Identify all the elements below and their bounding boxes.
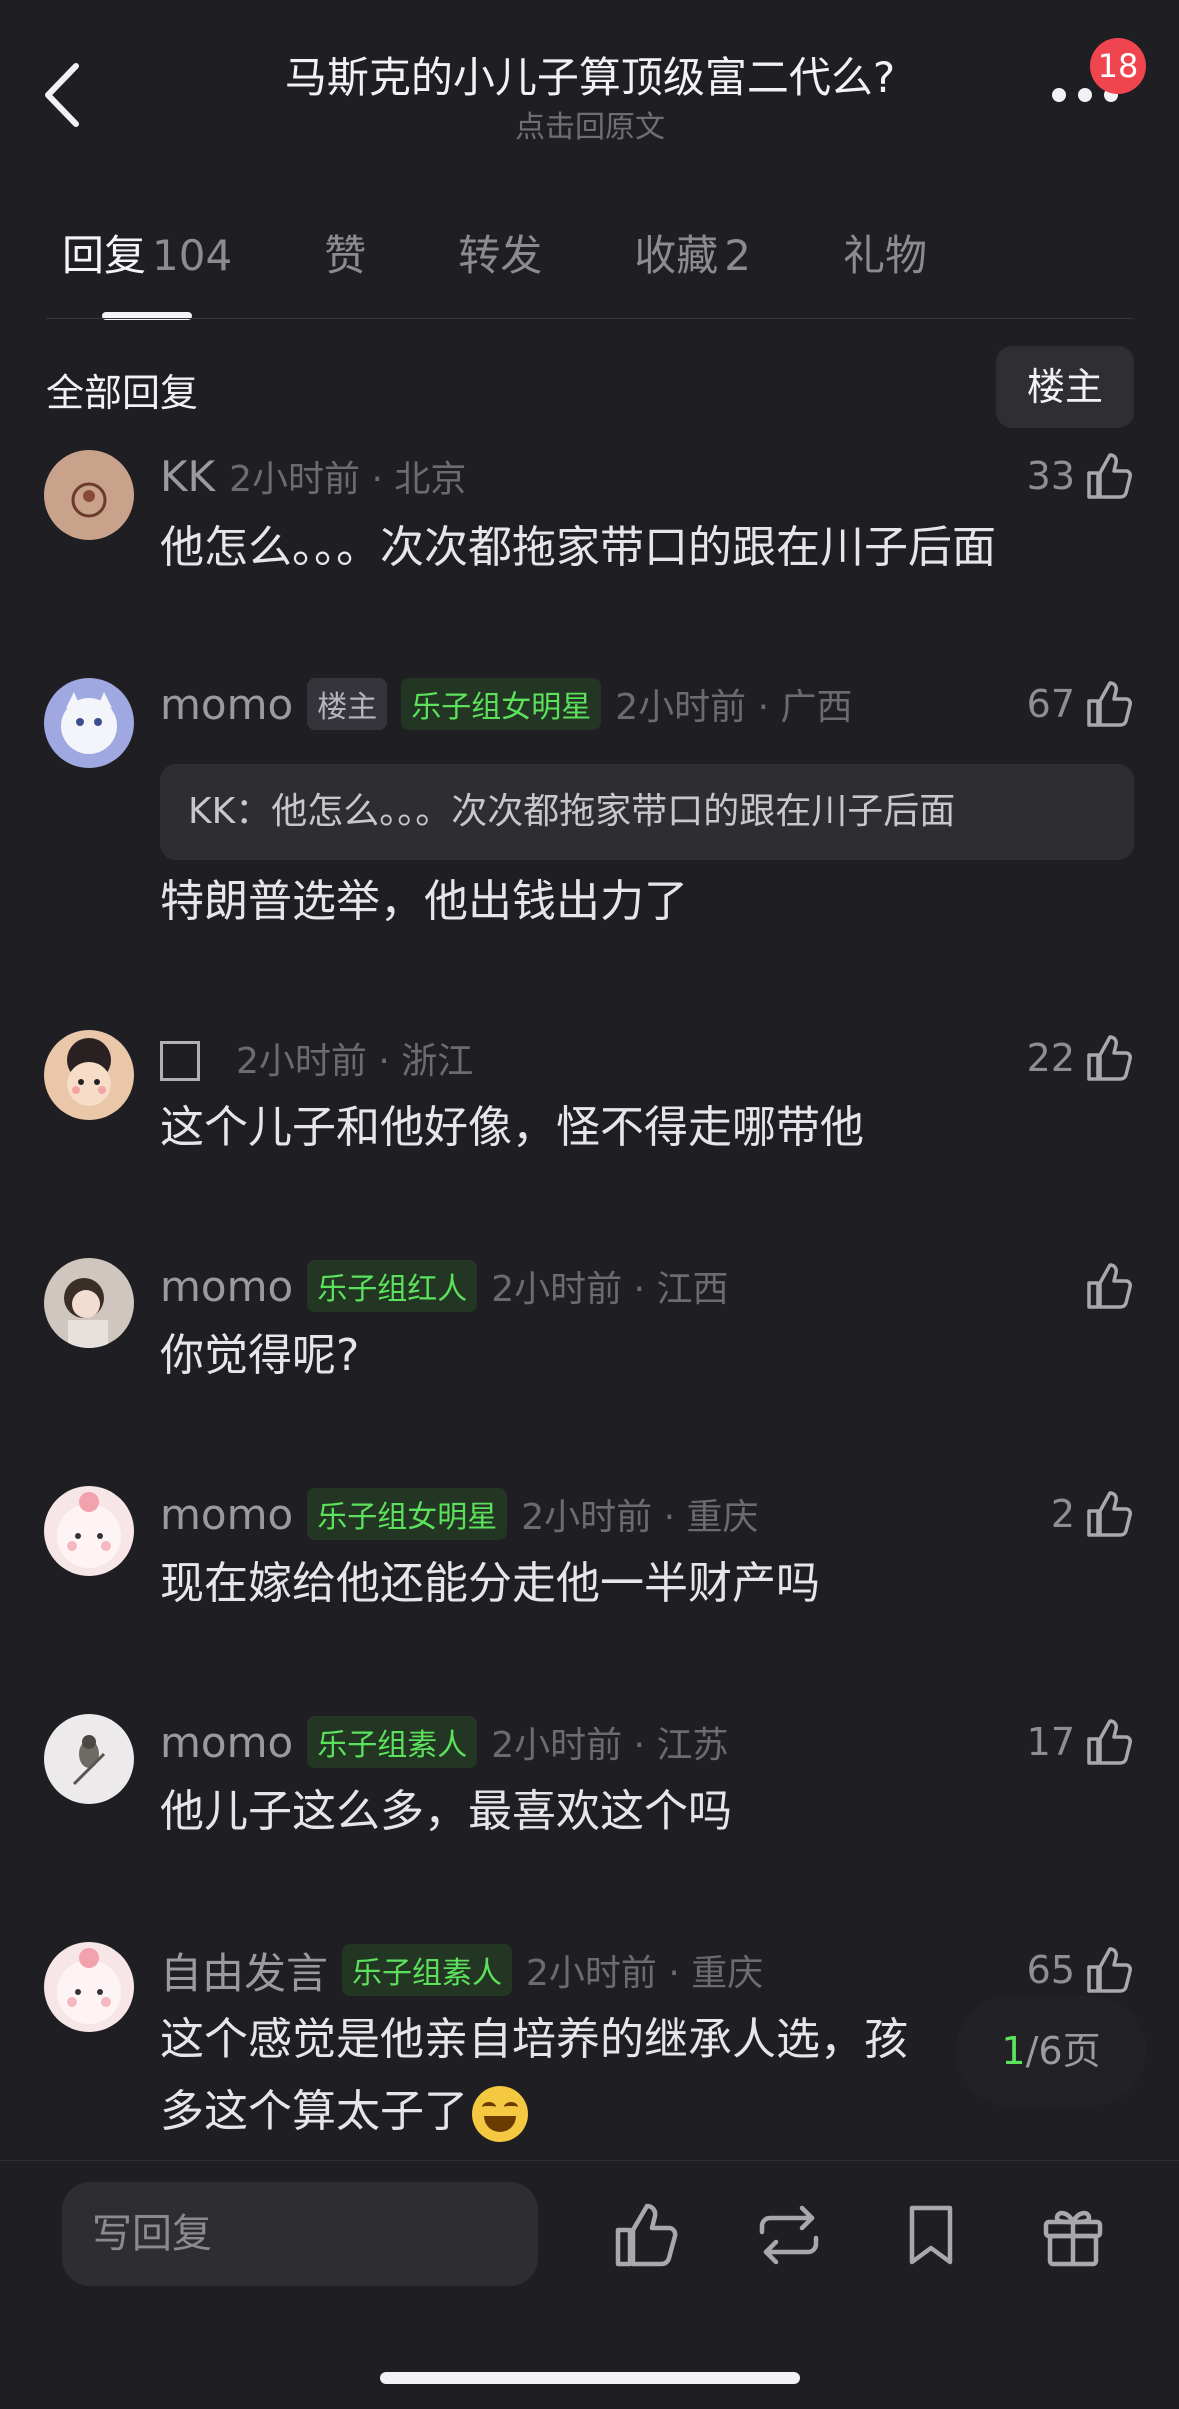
tab-label: 收藏: [634, 231, 719, 280]
comment-time-location: 2小时前 · 广西: [615, 687, 853, 728]
comment-meta: KK 2小时前 · 北京: [160, 446, 466, 506]
comment-meta: momo 乐子组红人 2小时前 · 江西: [160, 1256, 728, 1316]
total-pages: /6页: [1025, 2029, 1101, 2073]
comment-meta: momo 乐子组素人 2小时前 · 江苏: [160, 1712, 728, 1772]
group-badge: 乐子组红人: [307, 1260, 478, 1312]
owner-badge: 楼主: [307, 678, 388, 730]
like-button[interactable]: 67: [1027, 674, 1133, 734]
thumbs-up-icon: [1087, 1263, 1132, 1309]
comment-text: 这个儿子和他好像，怪不得走哪带他: [160, 1102, 864, 1153]
tab-label: 礼物: [842, 231, 927, 280]
tab-replies[interactable]: 回复 104: [62, 222, 232, 302]
comment-meta: 2小时前 · 浙江: [160, 1028, 473, 1088]
comment-time-location: 2小时前 · 江西: [491, 1269, 729, 1310]
comment-text: 你觉得呢?: [160, 1330, 360, 1381]
comment-time-location: 2小时前 · 浙江: [236, 1041, 474, 1082]
tab-label: 回复: [62, 231, 147, 280]
back-to-original-link[interactable]: 点击回原文: [180, 102, 1000, 146]
thumbs-up-icon: [1087, 1947, 1132, 1993]
tab-label: 转发: [458, 231, 543, 280]
laughing-emoji-icon: [472, 2086, 528, 2142]
like-button[interactable]: 33: [1027, 446, 1133, 506]
avatar[interactable]: [44, 678, 134, 768]
repost-icon[interactable]: [754, 2200, 824, 2270]
comment-text: 他怎么。。。次次都拖家带口的跟在川子后面: [160, 522, 996, 573]
like-button[interactable]: 65: [1027, 1940, 1133, 2000]
comment-time-location: 2小时前 · 北京: [229, 459, 467, 500]
avatar[interactable]: [44, 1258, 134, 1348]
divider: [46, 318, 1133, 319]
tab-reposts[interactable]: 转发: [458, 222, 542, 302]
owner-filter-button[interactable]: 楼主: [996, 346, 1134, 428]
thumbs-up-icon: [1087, 1491, 1132, 1537]
username[interactable]: KK: [160, 452, 215, 501]
comment-time-location: 2小时前 · 重庆: [521, 1497, 759, 1538]
avatar[interactable]: [44, 1030, 134, 1120]
tab-likes[interactable]: 赞: [324, 222, 366, 302]
username[interactable]: momo: [160, 680, 293, 729]
quoted-comment[interactable]: KK：他怎么。。。次次都拖家带口的跟在川子后面: [160, 764, 1134, 860]
avatar[interactable]: [44, 1714, 134, 1804]
comment-meta: momo 楼主 乐子组女明星 2小时前 · 广西: [160, 674, 852, 734]
home-indicator[interactable]: [380, 2372, 800, 2384]
thumbs-up-icon: [1087, 1035, 1132, 1081]
missing-glyph-username[interactable]: [160, 1041, 200, 1081]
like-count: 17: [1026, 1720, 1075, 1764]
comment-text-continued: 多这个算太子了: [160, 2086, 468, 2137]
notification-badge: 18: [1090, 38, 1146, 94]
like-count: 65: [1026, 1948, 1075, 1992]
comment-text: 现在嫁给他还能分走他一半财产吗: [160, 1558, 820, 1609]
group-badge: 乐子组素人: [307, 1716, 478, 1768]
username[interactable]: momo: [160, 1718, 293, 1767]
comment-text: 特朗普选举，他出钱出力了: [160, 876, 688, 927]
comment-text: 他儿子这么多，最喜欢这个吗: [160, 1786, 732, 1837]
like-button[interactable]: [1075, 1256, 1133, 1316]
username[interactable]: 自由发言: [160, 1940, 328, 2001]
tab-count: 104: [152, 231, 233, 280]
group-badge: 乐子组女明星: [401, 678, 602, 730]
like-button[interactable]: 2: [1051, 1484, 1133, 1544]
username[interactable]: momo: [160, 1262, 293, 1311]
comment-meta: momo 乐子组女明星 2小时前 · 重庆: [160, 1484, 758, 1544]
tab-count: 2: [724, 231, 751, 280]
username[interactable]: momo: [160, 1490, 293, 1539]
like-count: 67: [1026, 682, 1075, 726]
tab-gifts[interactable]: 礼物: [843, 222, 927, 302]
tab-bar: 回复 104 赞 转发 收藏 2 礼物: [62, 222, 1019, 302]
avatar[interactable]: [44, 1486, 134, 1576]
tab-label: 赞: [324, 231, 367, 280]
current-page: 1: [1001, 2029, 1026, 2073]
thumbs-up-icon: [1087, 453, 1132, 499]
section-title: 全部回复: [46, 371, 199, 415]
avatar[interactable]: [44, 450, 134, 540]
like-button[interactable]: 17: [1027, 1712, 1133, 1772]
group-badge: 乐子组女明星: [307, 1488, 508, 1540]
thumbs-up-icon[interactable]: [612, 2200, 682, 2270]
back-icon[interactable]: [40, 60, 90, 130]
post-replies-screen: 马斯克的小儿子算顶级富二代么? 点击回原文 18 回复 104 赞 转发 收藏 2 …: [0, 0, 1179, 2409]
tab-favorites[interactable]: 收藏 2: [634, 222, 751, 302]
bookmark-icon[interactable]: [896, 2200, 966, 2270]
comment-time-location: 2小时前 · 江苏: [491, 1725, 729, 1766]
like-count: 22: [1026, 1036, 1075, 1080]
reply-input[interactable]: 写回复: [62, 2182, 538, 2286]
thumbs-up-icon: [1087, 681, 1132, 727]
post-title[interactable]: 马斯克的小儿子算顶级富二代么?: [180, 44, 1000, 105]
comment-time-location: 2小时前 · 重庆: [526, 1953, 764, 1994]
like-count: 2: [1050, 1492, 1075, 1536]
avatar[interactable]: [44, 1942, 134, 2032]
comment-meta: 自由发言 乐子组素人 2小时前 · 重庆: [160, 1940, 763, 2000]
thumbs-up-icon: [1087, 1719, 1132, 1765]
group-badge: 乐子组素人: [342, 1944, 513, 1996]
page-indicator[interactable]: 1/6页: [956, 1996, 1146, 2106]
like-count: 33: [1026, 454, 1075, 498]
like-button[interactable]: 22: [1027, 1028, 1133, 1088]
gift-icon[interactable]: [1038, 2200, 1108, 2270]
